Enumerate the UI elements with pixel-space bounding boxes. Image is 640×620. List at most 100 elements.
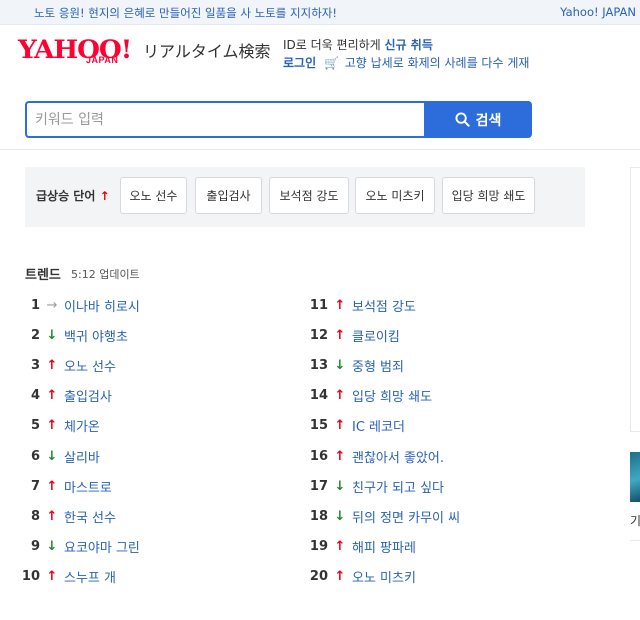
trend-term: 출입검사 [64, 390, 112, 406]
trend-term: 입당 희망 쇄도 [352, 390, 433, 406]
trend-rank: 9 [30, 539, 40, 555]
trend-row[interactable]: 3 ↑ 오노 선수 [16, 350, 276, 380]
trend-rank: 15 [309, 418, 328, 434]
search-input[interactable] [25, 101, 425, 138]
top-banner: 노토 응원! 현지의 은혜로 만들어진 일품을 사 노토를 지지하자! Yaho… [0, 0, 640, 25]
up-arrow-icon: ↑ [334, 388, 346, 404]
trend-term: 보석점 강도 [352, 299, 416, 315]
trend-rank: 4 [30, 388, 40, 404]
trend-row[interactable]: 20 ↑ 오노 미츠키 [304, 562, 564, 592]
sidebar-caption[interactable]: 기 [630, 512, 640, 529]
signup-link[interactable]: 신규 취득 [385, 38, 433, 52]
trend-term: IC 레코더 [352, 420, 405, 436]
down-arrow-icon: ↓ [46, 448, 58, 464]
trend-row[interactable]: 17 ↓ 친구가 되고 싶다 [304, 471, 564, 501]
noto-support-link[interactable]: 노토 응원! 현지의 은혜로 만들어진 일품을 사 노토를 지지하자! [34, 5, 337, 21]
trend-rank: 16 [309, 448, 328, 464]
trend-row[interactable]: 10 ↑ 스누프 개 [16, 562, 276, 592]
product-title[interactable]: リアルタイム検索 [143, 38, 271, 62]
search-button-label: 검색 [475, 112, 502, 129]
trend-updated-time: 5:12 업데이트 [71, 268, 140, 281]
up-arrow-icon: ↑ [46, 478, 58, 494]
trend-row[interactable]: 18 ↓ 뒤의 정면 카무이 씨 [304, 501, 564, 531]
right-arrow-icon: → [46, 297, 58, 313]
trend-rank: 18 [309, 508, 328, 524]
yahoo-japan-logo[interactable]: YAHOO! JAPAN [18, 35, 142, 69]
trend-row[interactable]: 6 ↓ 살리바 [16, 441, 276, 471]
surge-chip[interactable]: 입당 희망 쇄도 [442, 177, 535, 214]
logo-japan: JAPAN [86, 55, 119, 65]
down-arrow-icon: ↓ [334, 357, 346, 373]
trend-row[interactable]: 13 ↓ 중형 범죄 [304, 350, 564, 380]
trend-row[interactable]: 5 ↑ 체가온 [16, 411, 276, 441]
trend-rank: 13 [309, 357, 328, 373]
trend-row[interactable]: 4 ↑ 출입검사 [16, 381, 276, 411]
surge-chip[interactable]: 오노 미츠키 [355, 177, 435, 214]
trend-row[interactable]: 8 ↑ 한국 선수 [16, 501, 276, 531]
trend-term: 이나바 히로시 [64, 299, 140, 315]
trend-row[interactable]: 9 ↓ 요코야마 그린 [16, 532, 276, 562]
sidebar-thumbnail[interactable] [630, 452, 640, 502]
trend-term: 친구가 되고 싶다 [352, 480, 444, 496]
trend-row[interactable]: 16 ↑ 괜찮아서 좋았어. [304, 441, 564, 471]
trend-row[interactable]: 2 ↓ 백귀 야행초 [16, 320, 276, 350]
trend-term: 클로이킴 [352, 329, 400, 345]
up-arrow-icon: ↑ [334, 448, 346, 464]
trend-rank: 11 [309, 297, 328, 313]
surge-chip[interactable]: 오노 선수 [120, 177, 187, 214]
trend-term: 해피 팡파레 [352, 541, 416, 557]
surge-words-panel: 급상승 단어 ↑ 오노 선수 출입검사 보석점 강도 오노 미츠키 입당 희망 … [25, 167, 585, 227]
trend-term: 백귀 야행초 [64, 329, 128, 345]
trend-row[interactable]: 11 ↑ 보석점 강도 [304, 290, 564, 320]
cart-icon: 🛒 [323, 56, 339, 70]
trend-title: 트렌드 [25, 268, 61, 283]
up-arrow-icon: ↑ [334, 539, 346, 555]
id-promo-text: ID로 더욱 편리하게 [283, 38, 381, 52]
trend-term: 오노 선수 [64, 359, 116, 375]
header-divider [0, 149, 640, 150]
trend-rank: 5 [30, 418, 40, 434]
trend-term: 오노 미츠키 [352, 571, 416, 587]
trend-rank: 8 [30, 508, 40, 524]
search-button[interactable]: 검색 [424, 101, 532, 138]
furusato-promo-link[interactable]: 고향 납세로 화제의 사례를 다수 게재 [345, 56, 530, 70]
trend-term: 뒤의 정면 카무이 씨 [352, 510, 461, 526]
trend-term: 체가온 [64, 420, 100, 436]
trend-term: 중형 범죄 [352, 359, 404, 375]
surge-chip[interactable]: 출입검사 [195, 177, 262, 214]
surge-label: 급상승 단어 ↑ [36, 187, 110, 204]
trend-row[interactable]: 15 ↑ IC 레코더 [304, 411, 564, 441]
trend-term: 스누프 개 [64, 571, 116, 587]
trend-row[interactable]: 14 ↑ 입당 희망 쇄도 [304, 381, 564, 411]
down-arrow-icon: ↓ [334, 478, 346, 494]
down-arrow-icon: ↓ [46, 327, 58, 343]
trend-term: 요코야마 그린 [64, 541, 140, 557]
up-arrow-icon: ↑ [46, 388, 58, 404]
up-arrow-icon: ↑ [334, 418, 346, 434]
trend-row[interactable]: 12 ↑ 클로이킴 [304, 320, 564, 350]
trend-term: 한국 선수 [64, 510, 116, 526]
trend-row[interactable]: 7 ↑ 마스트로 [16, 471, 276, 501]
trend-rank: 20 [309, 569, 328, 585]
down-arrow-icon: ↓ [46, 539, 58, 555]
trend-row[interactable]: 19 ↑ 해피 팡파레 [304, 532, 564, 562]
yahoo-japan-link[interactable]: Yahoo! JAPAN [560, 5, 636, 19]
trend-rank: 12 [309, 327, 328, 343]
up-arrow-icon: ↑ [46, 508, 58, 524]
trend-rank: 17 [309, 478, 328, 494]
login-link[interactable]: 로그인 [283, 56, 316, 70]
down-arrow-icon: ↓ [334, 508, 346, 524]
id-promo-line: ID로 더욱 편리하게 신규 취득 [283, 36, 433, 53]
surge-chip[interactable]: 보석점 강도 [269, 177, 349, 214]
trend-term: 살리바 [64, 450, 100, 466]
trend-term: 마스트로 [64, 480, 112, 496]
trend-rank: 10 [21, 569, 40, 585]
right-sidebar-panel [630, 167, 640, 432]
up-arrow-icon: ↑ [334, 569, 346, 585]
surge-label-text: 급상승 단어 [36, 189, 96, 203]
trend-rank: 19 [309, 539, 328, 555]
sidebar-divider [630, 540, 640, 541]
trend-row[interactable]: 1 → 이나바 히로시 [16, 290, 276, 320]
up-arrow-icon: ↑ [46, 357, 58, 373]
trend-rank: 1 [30, 297, 40, 313]
